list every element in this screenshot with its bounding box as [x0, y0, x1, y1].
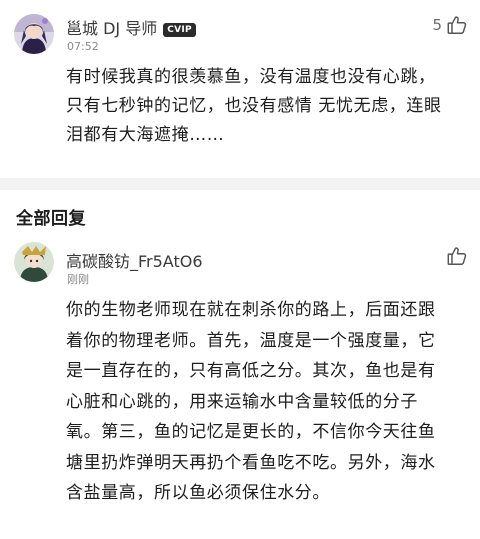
author-name-text: 邕城 DJ 导师: [66, 19, 158, 38]
reply-text: 你的生物老师现在就在刺杀你的路上，后面还跟 着你的物理老师。首先，温度是一个强度…: [66, 295, 470, 509]
reply-line: 心脏和心跳的，用来运输水中含量较低的分子: [66, 391, 418, 412]
main-comment-time: 07:52: [67, 40, 99, 53]
reply-like-button[interactable]: [446, 245, 468, 267]
main-comment-avatar[interactable]: [14, 14, 54, 54]
reply-line: 着你的物理老师。首先，温度是一个强度量，它: [66, 330, 436, 351]
thumbs-up-icon: [446, 14, 468, 36]
reply-line: 你的生物老师现在就在刺杀你的路上，后面还跟: [66, 300, 436, 320]
vip-badge: CVIP: [163, 23, 196, 37]
main-comment-author[interactable]: 邕城 DJ 导师 CVIP: [66, 15, 196, 39]
main-comment-like-button[interactable]: 5: [432, 14, 468, 36]
reply-author[interactable]: 高碳酸钫_Fr5AtO6: [66, 248, 203, 272]
reply-line: 塘里扔炸弹明天再扔个看鱼吃不吃。另外，海水: [66, 452, 436, 473]
reply-line: 含盐量高，所以鱼必须保住水分。: [66, 483, 330, 503]
reply-item: 高碳酸钫_Fr5AtO6 刚刚 你的生物老师现在就在刺杀你的路上，后面还跟 着你…: [0, 236, 480, 539]
reply-avatar[interactable]: [14, 242, 54, 282]
thumbs-up-icon: [446, 245, 468, 267]
reply-time: 刚刚: [67, 273, 89, 286]
comment-thread-page: 邕城 DJ 导师 CVIP 07:52 5 有时候我真的很羡慕鱼，没有温度也没有心…: [0, 0, 480, 539]
reply-line: 是一直存在的，只有高低之分。其次，鱼也是有: [66, 361, 436, 381]
reply-line: 氧。第三，鱼的记忆是更长的，不信你今天往鱼: [66, 422, 436, 442]
main-comment-text: 有时候我真的很羡慕鱼，没有温度也没有心跳， 只有七秒钟的记忆，也没有感情 无忧无…: [66, 63, 470, 150]
comment-line: 只有七秒钟的记忆，也没有感情 无忧无虑，连眼: [66, 96, 442, 116]
like-count: 5: [432, 16, 442, 34]
comment-line: 泪都有大海遮掩……: [66, 125, 225, 145]
all-replies-header: 全部回复: [16, 209, 86, 229]
main-comment: 邕城 DJ 导师 CVIP 07:52 5 有时候我真的很羡慕鱼，没有温度也没有心…: [0, 0, 480, 178]
comment-line: 有时候我真的很羡慕鱼，没有温度也没有心跳，: [66, 67, 436, 87]
section-divider: [0, 178, 480, 190]
